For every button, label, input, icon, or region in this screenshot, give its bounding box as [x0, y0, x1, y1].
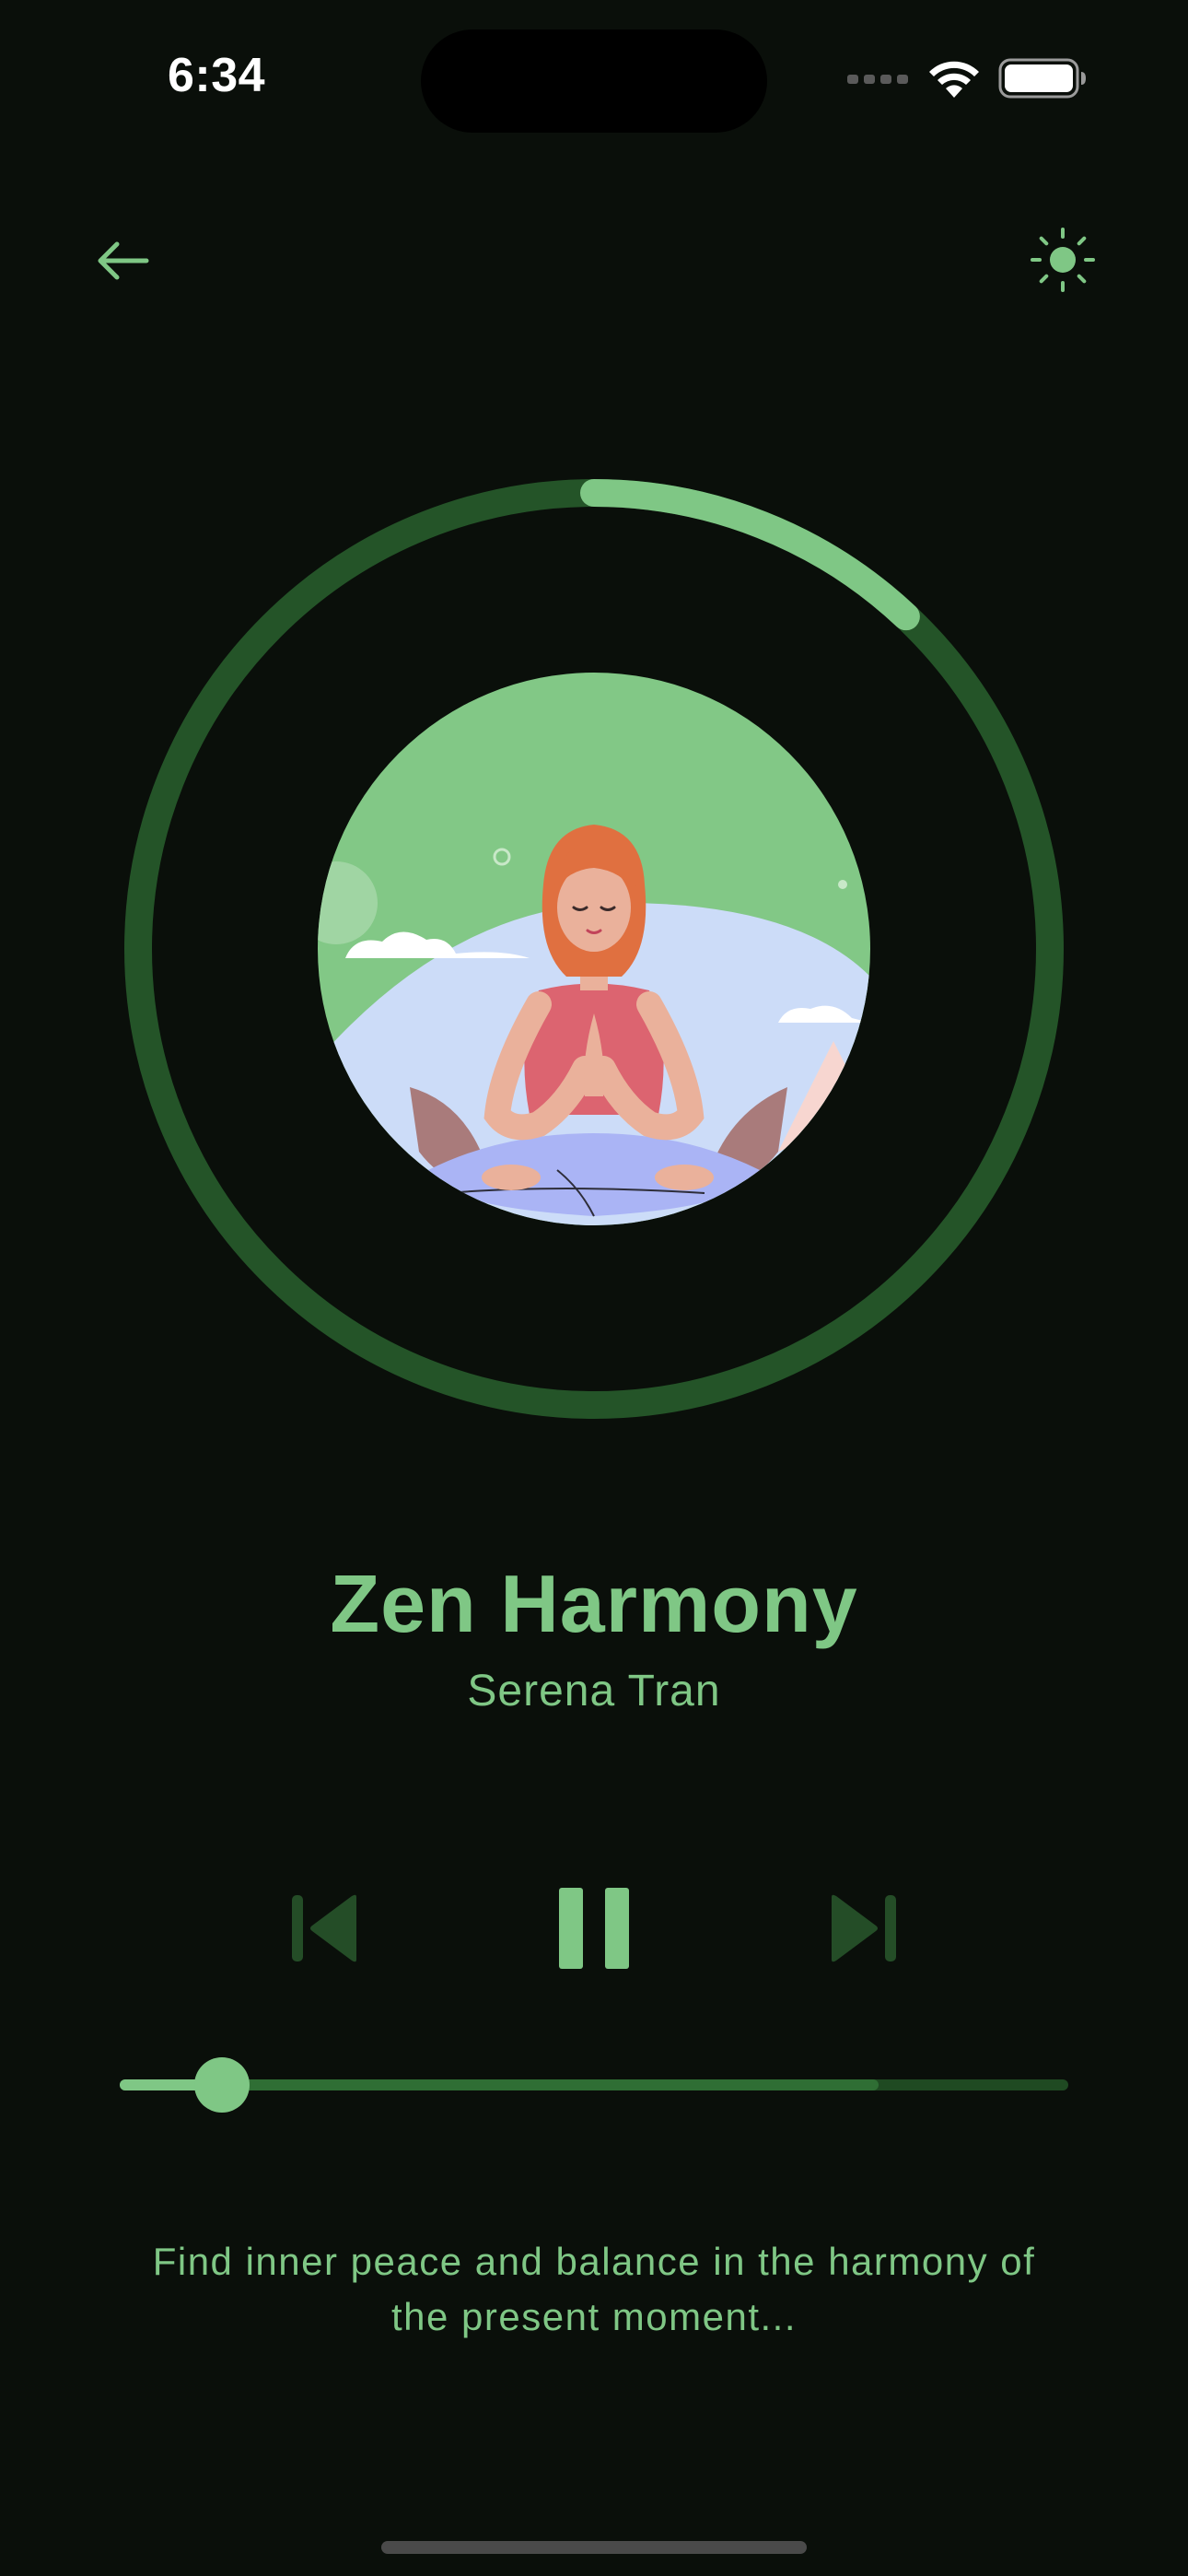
arrow-left-icon — [98, 241, 149, 280]
track-description: Find inner peace and balance in the harm… — [152, 2240, 1036, 2338]
track-title: Zen Harmony — [330, 1558, 858, 1649]
seek-bar[interactable] — [120, 2057, 1068, 2113]
back-button[interactable] — [88, 230, 157, 291]
cellular-signal-icon — [847, 71, 910, 90]
status-time: 6:34 — [168, 49, 266, 102]
battery-icon — [998, 57, 1087, 104]
pause-button[interactable] — [549, 1884, 639, 1972]
pause-icon — [559, 1887, 629, 1969]
sun-icon — [1031, 228, 1095, 292]
status-icons — [847, 57, 1087, 104]
theme-toggle-button[interactable] — [1026, 223, 1100, 297]
artwork-container — [120, 474, 1068, 1423]
dynamic-island — [421, 29, 767, 133]
previous-button[interactable] — [285, 1884, 368, 1972]
meditating-woman-illustration — [318, 673, 870, 1225]
track-artist: Serena Tran — [467, 1667, 721, 1715]
next-button[interactable] — [820, 1884, 903, 1972]
seek-thumb[interactable] — [194, 2057, 250, 2113]
skip-next-icon — [832, 1894, 896, 1961]
skip-previous-icon — [292, 1894, 356, 1961]
home-indicator[interactable] — [381, 2541, 807, 2554]
wifi-icon — [926, 57, 982, 104]
